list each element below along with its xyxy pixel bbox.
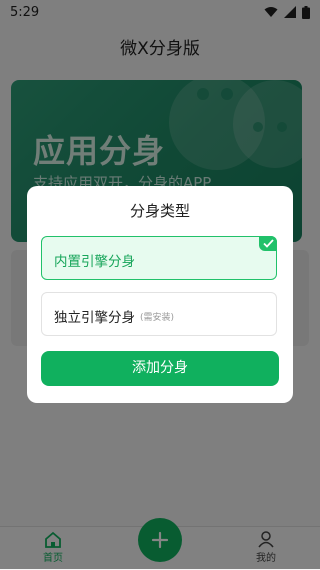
dialog-title: 分身类型 [129, 202, 190, 220]
option-builtin-engine[interactable]: 内置引擎分身 [41, 236, 277, 280]
option-label: 内置引擎分身 [54, 254, 135, 270]
option-note: (需安装) [140, 313, 175, 323]
option-label: 独立引擎分身 [54, 310, 135, 326]
checkmark-icon [259, 236, 277, 251]
option-standalone-engine[interactable]: 独立引擎分身 (需安装) [41, 292, 277, 336]
clone-type-dialog: 分身类型 内置引擎分身 独立引擎分身 (需安装) 添加分身 [27, 186, 293, 403]
add-clone-button[interactable]: 添加分身 [41, 351, 279, 386]
